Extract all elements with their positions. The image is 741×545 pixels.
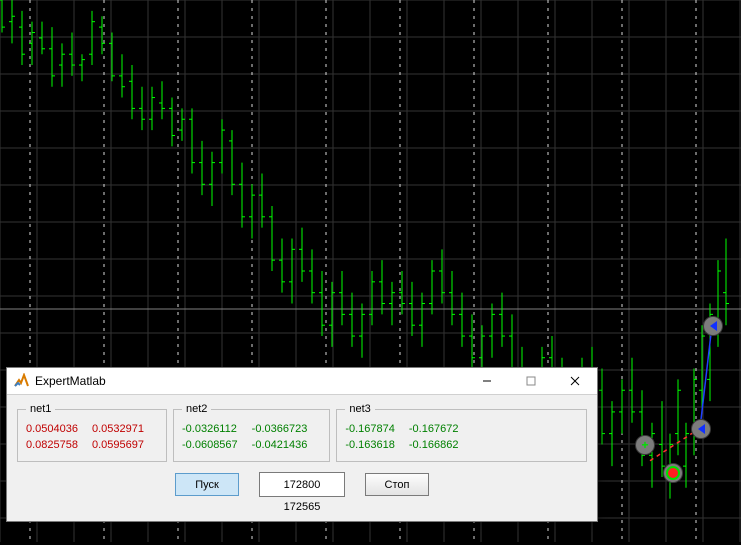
group-legend: net1 [26,403,55,415]
net-value: -0.0366723 [252,421,322,437]
net-value: 0.0532971 [92,421,158,437]
net-value: 0.0595697 [92,437,158,453]
group-legend: net3 [345,403,374,415]
maximize-button[interactable] [509,368,553,394]
dialog-title: ExpertMatlab [35,374,106,388]
group-net3: net3 -0.167874-0.167672-0.163618-0.166862 [336,403,587,462]
net-value: -0.167874 [345,421,409,437]
net-value: 0.0504036 [26,421,92,437]
net-value: -0.166862 [409,437,473,453]
net-value: -0.0326112 [182,421,252,437]
net-value: -0.163618 [345,437,409,453]
net-value: -0.167672 [409,421,473,437]
net-value: -0.0608567 [182,437,252,453]
stop-button[interactable]: Стоп [365,473,429,496]
bars-input[interactable] [259,472,345,497]
matlab-icon [13,373,29,389]
group-net1: net1 0.05040360.05329710.08257580.0595697 [17,403,167,462]
net-value: -0.0421436 [252,437,322,453]
expert-matlab-dialog: ExpertMatlab net1 0.05040360.05329710.082… [6,367,598,522]
net-value: 0.0825758 [26,437,92,453]
chart-marker-ring[interactable] [663,463,683,483]
counter-label: 172565 [17,501,587,513]
group-legend: net2 [182,403,211,415]
minimize-button[interactable] [465,368,509,394]
dialog-titlebar[interactable]: ExpertMatlab [7,368,597,395]
start-button[interactable]: Пуск [175,473,239,496]
close-button[interactable] [553,368,597,394]
group-net2: net2 -0.0326112-0.0366723-0.0608567-0.042… [173,403,330,462]
